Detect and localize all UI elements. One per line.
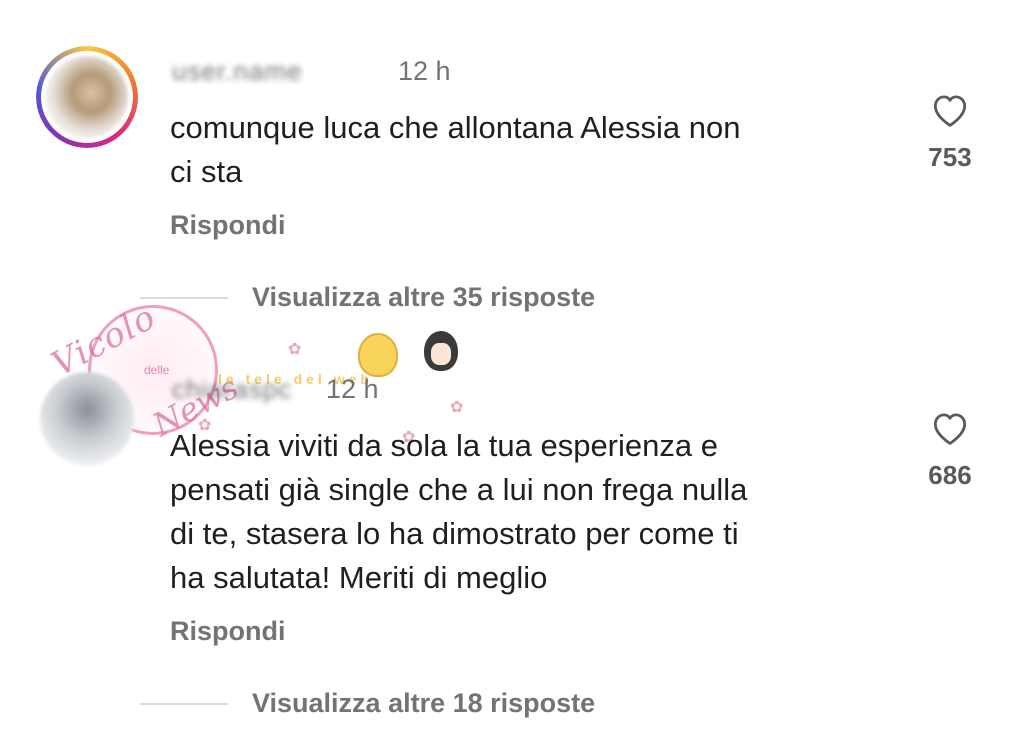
- comment-text: Alessia viviti da sola la tua esperienza…: [170, 424, 890, 600]
- comment-text-line: ha salutata! Meriti di meglio: [170, 560, 548, 595]
- divider-line: [140, 702, 228, 705]
- view-more-replies[interactable]: Visualizza altre 18 risposte: [140, 688, 595, 719]
- like-count: 686: [928, 460, 972, 490]
- like-control: 686: [918, 408, 982, 491]
- avatar-photo: [40, 372, 134, 466]
- view-more-replies-label: Visualizza altre 18 risposte: [252, 688, 596, 718]
- comment-text-line: Alessia viviti da sola la tua esperienza…: [170, 428, 718, 463]
- reply-button[interactable]: Rispondi: [170, 616, 286, 647]
- comment-item: chiaraspc 12 h Alessia viviti da sola la…: [0, 0, 1024, 731]
- comment-username[interactable]: chiaraspc: [172, 374, 292, 404]
- heart-outline-icon[interactable]: [929, 408, 971, 446]
- comment-time: 12 h: [326, 374, 379, 404]
- avatar[interactable]: [36, 368, 138, 470]
- comment-text-line: pensati già single che a lui non frega n…: [170, 472, 748, 507]
- comment-text-line: di te, stasera lo ha dimostrato per come…: [170, 516, 739, 551]
